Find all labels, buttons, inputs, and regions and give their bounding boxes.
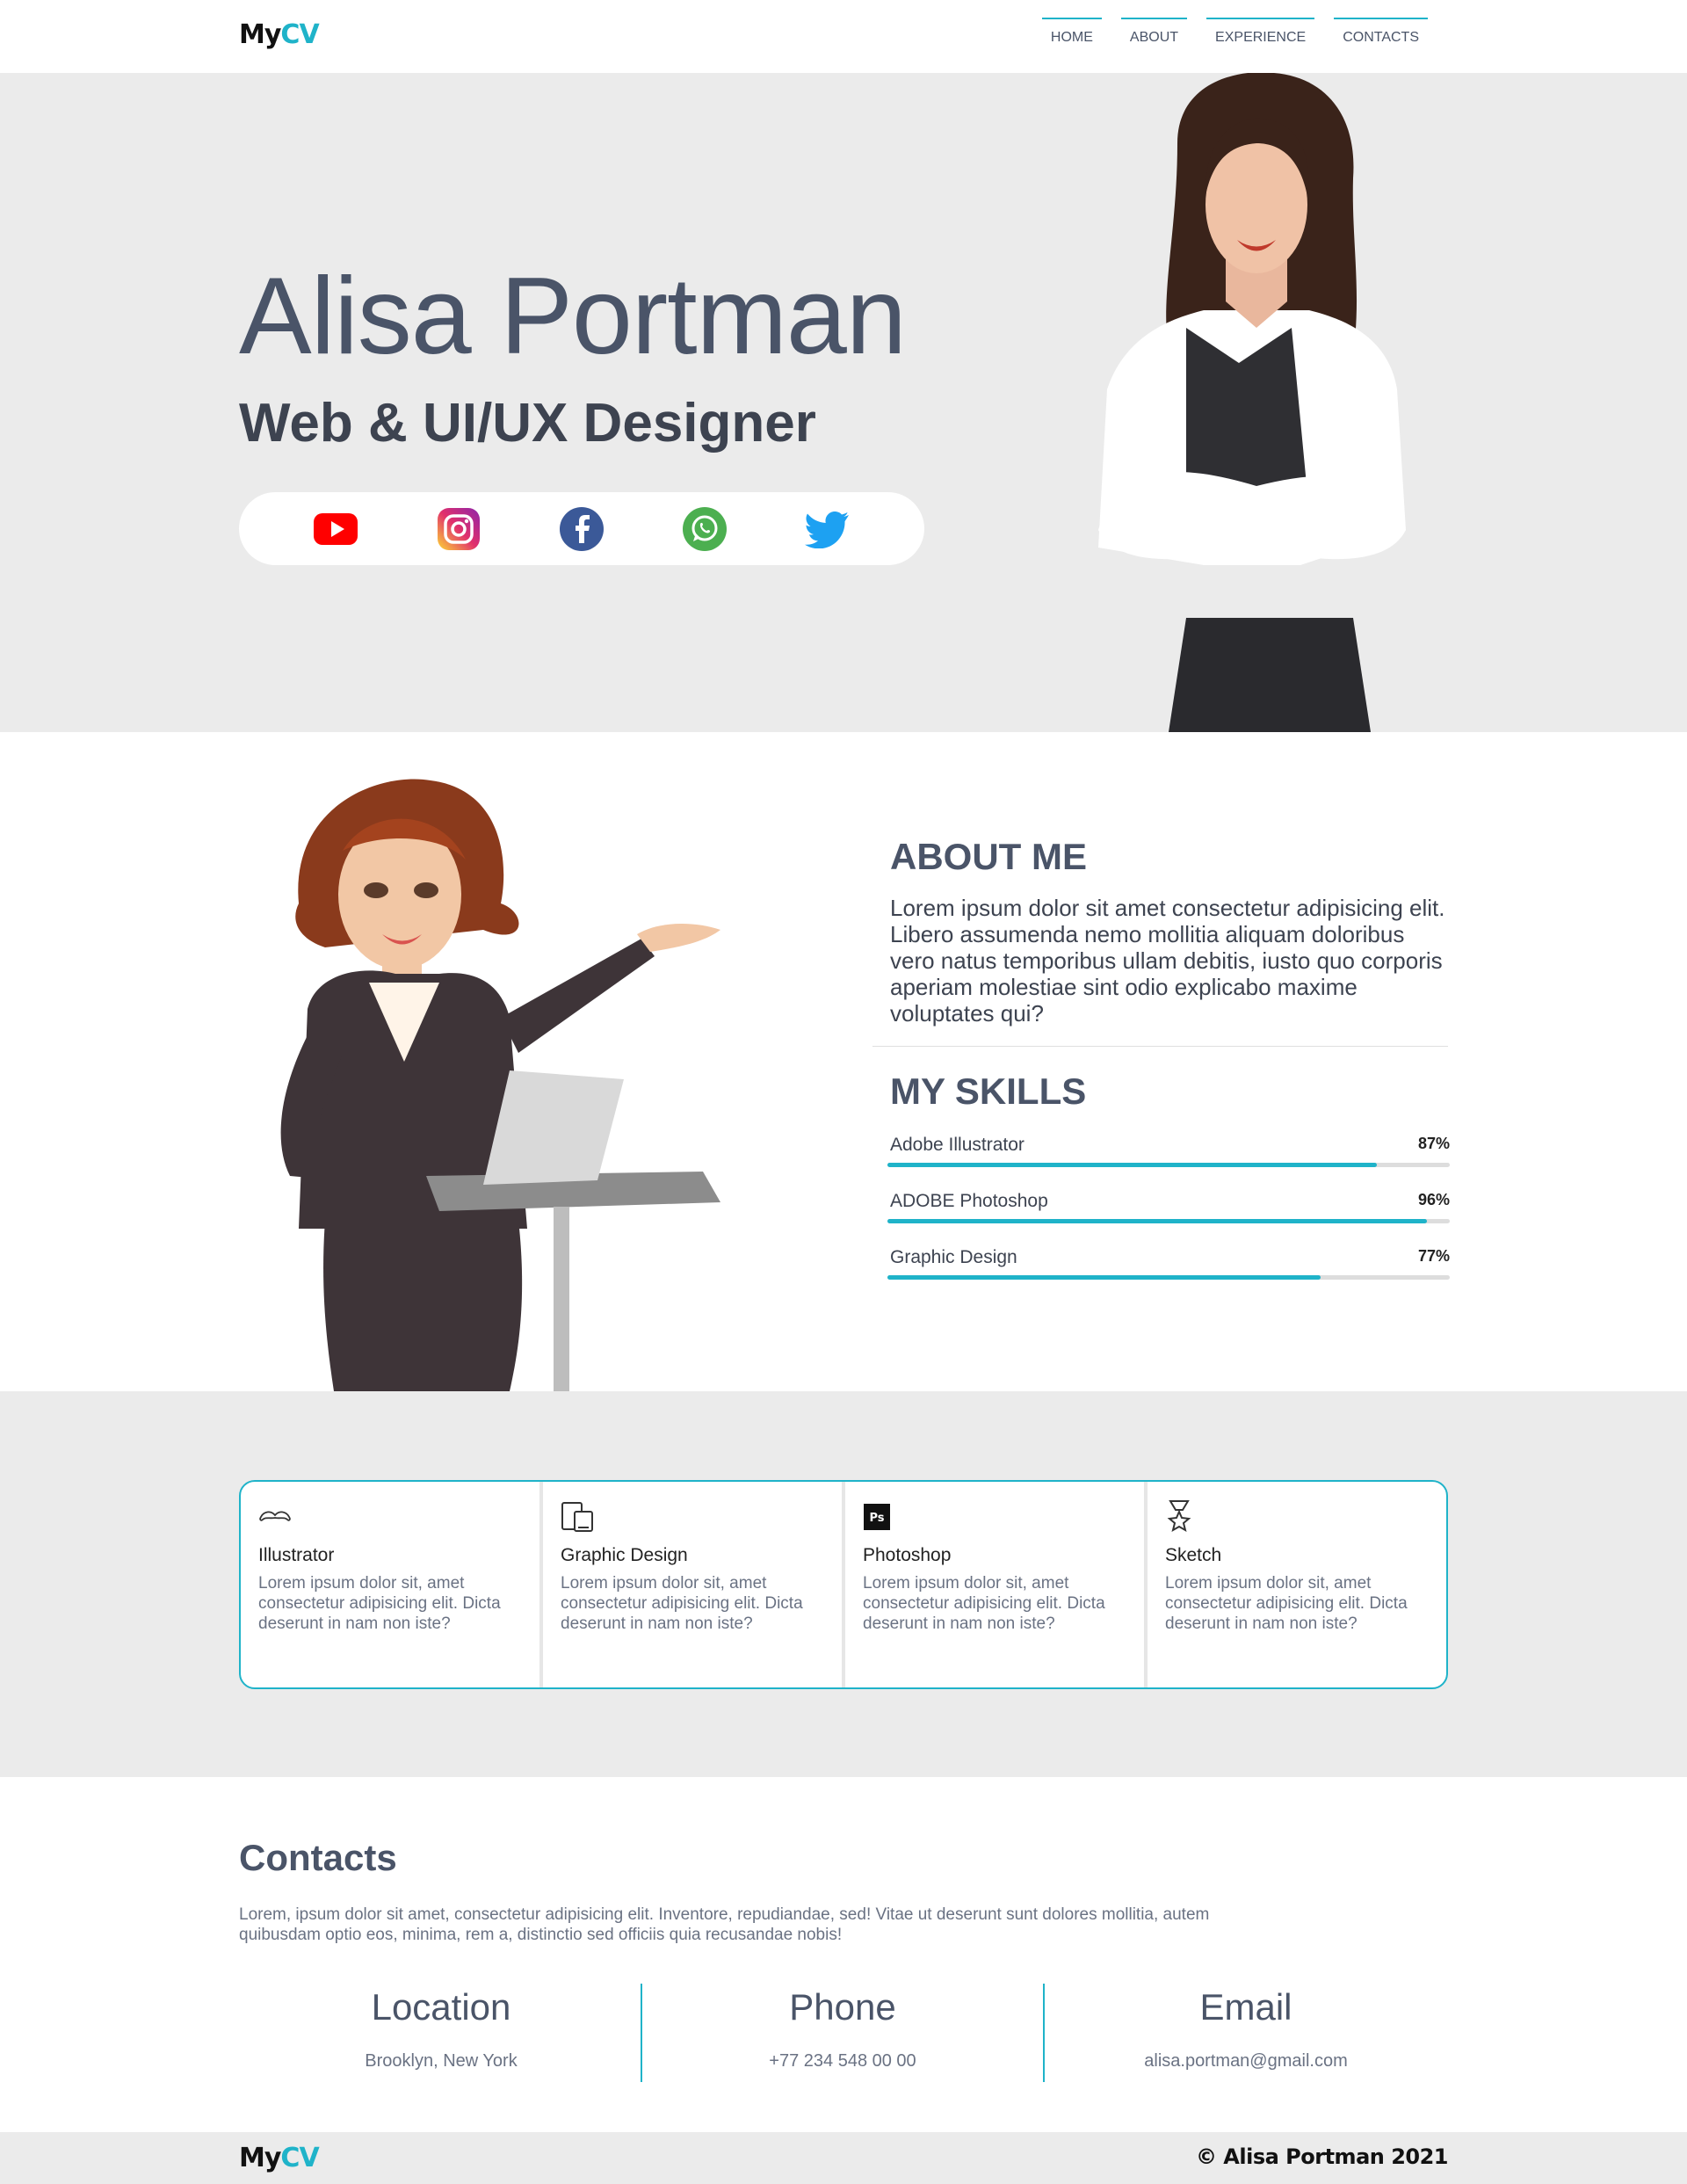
service-title: Sketch [1165, 1545, 1222, 1565]
skills-heading: MY SKILLS [890, 1070, 1087, 1112]
main-nav: HOME ABOUT EXPERIENCE CONTACTS [1041, 18, 1428, 56]
service-title: Illustrator [258, 1545, 335, 1565]
logo-cv: CV [280, 19, 319, 50]
social-links [239, 492, 924, 565]
skill-item: Adobe Illustrator 87% [887, 1135, 1450, 1179]
service-card-graphic-design[interactable]: Graphic Design Lorem ipsum dolor sit, am… [543, 1482, 845, 1687]
skill-track [887, 1163, 1450, 1167]
service-text: Lorem ipsum dolor sit, amet consectetur … [258, 1574, 501, 1633]
service-card-sketch[interactable]: Sketch Lorem ipsum dolor sit, amet conse… [1148, 1482, 1446, 1687]
skill-fill [887, 1163, 1377, 1167]
contacts-text: Lorem, ipsum dolor sit amet, consectetur… [239, 1905, 1210, 1944]
nav-about[interactable]: ABOUT [1120, 18, 1188, 56]
contact-location: Location Brooklyn, New York [239, 1984, 643, 2082]
skill-percent: 87% [1417, 1135, 1450, 1152]
skill-percent: 77% [1417, 1247, 1450, 1265]
site-logo[interactable]: MyCV [239, 19, 320, 50]
skill-track [887, 1275, 1450, 1280]
service-text: Lorem ipsum dolor sit, amet consectetur … [1165, 1574, 1408, 1633]
contact-heading: Email [1199, 1986, 1292, 2028]
skill-percent: 96% [1417, 1191, 1450, 1208]
skill-track [887, 1219, 1450, 1223]
facebook-icon[interactable] [559, 506, 605, 552]
hero-section: Alisa Portman Web & UI/UX Designer [0, 73, 1687, 732]
cartoon-illustration [280, 779, 720, 1391]
twitter-icon[interactable] [805, 506, 851, 552]
contact-value[interactable]: +77 234 548 00 00 [641, 2051, 1045, 2072]
logo-my: My [239, 2143, 281, 2173]
about-text: Lorem ipsum dolor sit amet consectetur a… [890, 895, 1445, 1027]
service-text: Lorem ipsum dolor sit, amet consectetur … [561, 1574, 803, 1633]
skill-label: ADOBE Photoshop [890, 1191, 1048, 1211]
mustache-icon [258, 1499, 522, 1535]
devices-icon [561, 1499, 824, 1535]
contact-heading: Phone [789, 1986, 896, 2028]
service-title: Photoshop [863, 1545, 952, 1565]
divider [872, 1046, 1448, 1047]
copyright: © Alisa Portman 2021 [1195, 2144, 1449, 2169]
skill-label: Adobe Illustrator [890, 1135, 1025, 1155]
skill-item: ADOBE Photoshop 96% [887, 1191, 1450, 1235]
hero-name: Alisa Portman [239, 256, 907, 377]
photoshop-icon: Ps [863, 1499, 1126, 1535]
hero-title: Web & UI/UX Designer [239, 393, 816, 453]
contacts-section: Contacts Lorem, ipsum dolor sit amet, co… [0, 1777, 1687, 2132]
contact-value[interactable]: alisa.portman@gmail.com [1044, 2051, 1448, 2072]
skill-fill [887, 1219, 1428, 1223]
service-title: Graphic Design [561, 1545, 688, 1565]
skill-fill [887, 1275, 1321, 1280]
instagram-icon[interactable] [436, 506, 481, 552]
logo-cv: CV [280, 2143, 319, 2173]
nav-experience[interactable]: EXPERIENCE [1206, 18, 1315, 56]
skill-label: Graphic Design [890, 1247, 1017, 1267]
site-footer: MyCV © Alisa Portman 2021 [0, 2132, 1687, 2184]
photoshop-icon-text: Ps [869, 1512, 884, 1525]
portrait-photo [1098, 73, 1406, 732]
service-card-illustrator[interactable]: Illustrator Lorem ipsum dolor sit, amet … [241, 1482, 543, 1687]
contact-heading: Location [371, 1986, 511, 2028]
service-text: Lorem ipsum dolor sit, amet consectetur … [863, 1574, 1105, 1633]
site-header: MyCV HOME ABOUT EXPERIENCE CONTACTS [0, 0, 1687, 73]
whatsapp-icon[interactable] [682, 506, 728, 552]
footer-logo[interactable]: MyCV [239, 2143, 320, 2173]
contacts-heading: Contacts [239, 1837, 397, 1878]
service-card-photoshop[interactable]: Ps Photoshop Lorem ipsum dolor sit, amet… [845, 1482, 1148, 1687]
skill-item: Graphic Design 77% [887, 1247, 1450, 1291]
nav-contacts[interactable]: CONTACTS [1334, 18, 1428, 56]
about-heading: ABOUT ME [890, 836, 1087, 877]
nav-home[interactable]: HOME [1041, 18, 1102, 56]
logo-my: My [239, 19, 281, 50]
award-icon [1165, 1499, 1429, 1535]
contact-value[interactable]: Brooklyn, New York [239, 2051, 643, 2072]
about-section: ABOUT ME Lorem ipsum dolor sit amet cons… [0, 732, 1687, 1391]
contact-email: Email alisa.portman@gmail.com [1044, 1984, 1448, 2082]
services-section: Illustrator Lorem ipsum dolor sit, amet … [0, 1391, 1687, 1777]
service-cards: Illustrator Lorem ipsum dolor sit, amet … [239, 1480, 1448, 1689]
contact-phone: Phone +77 234 548 00 00 [641, 1984, 1045, 2082]
youtube-icon[interactable] [313, 506, 358, 552]
